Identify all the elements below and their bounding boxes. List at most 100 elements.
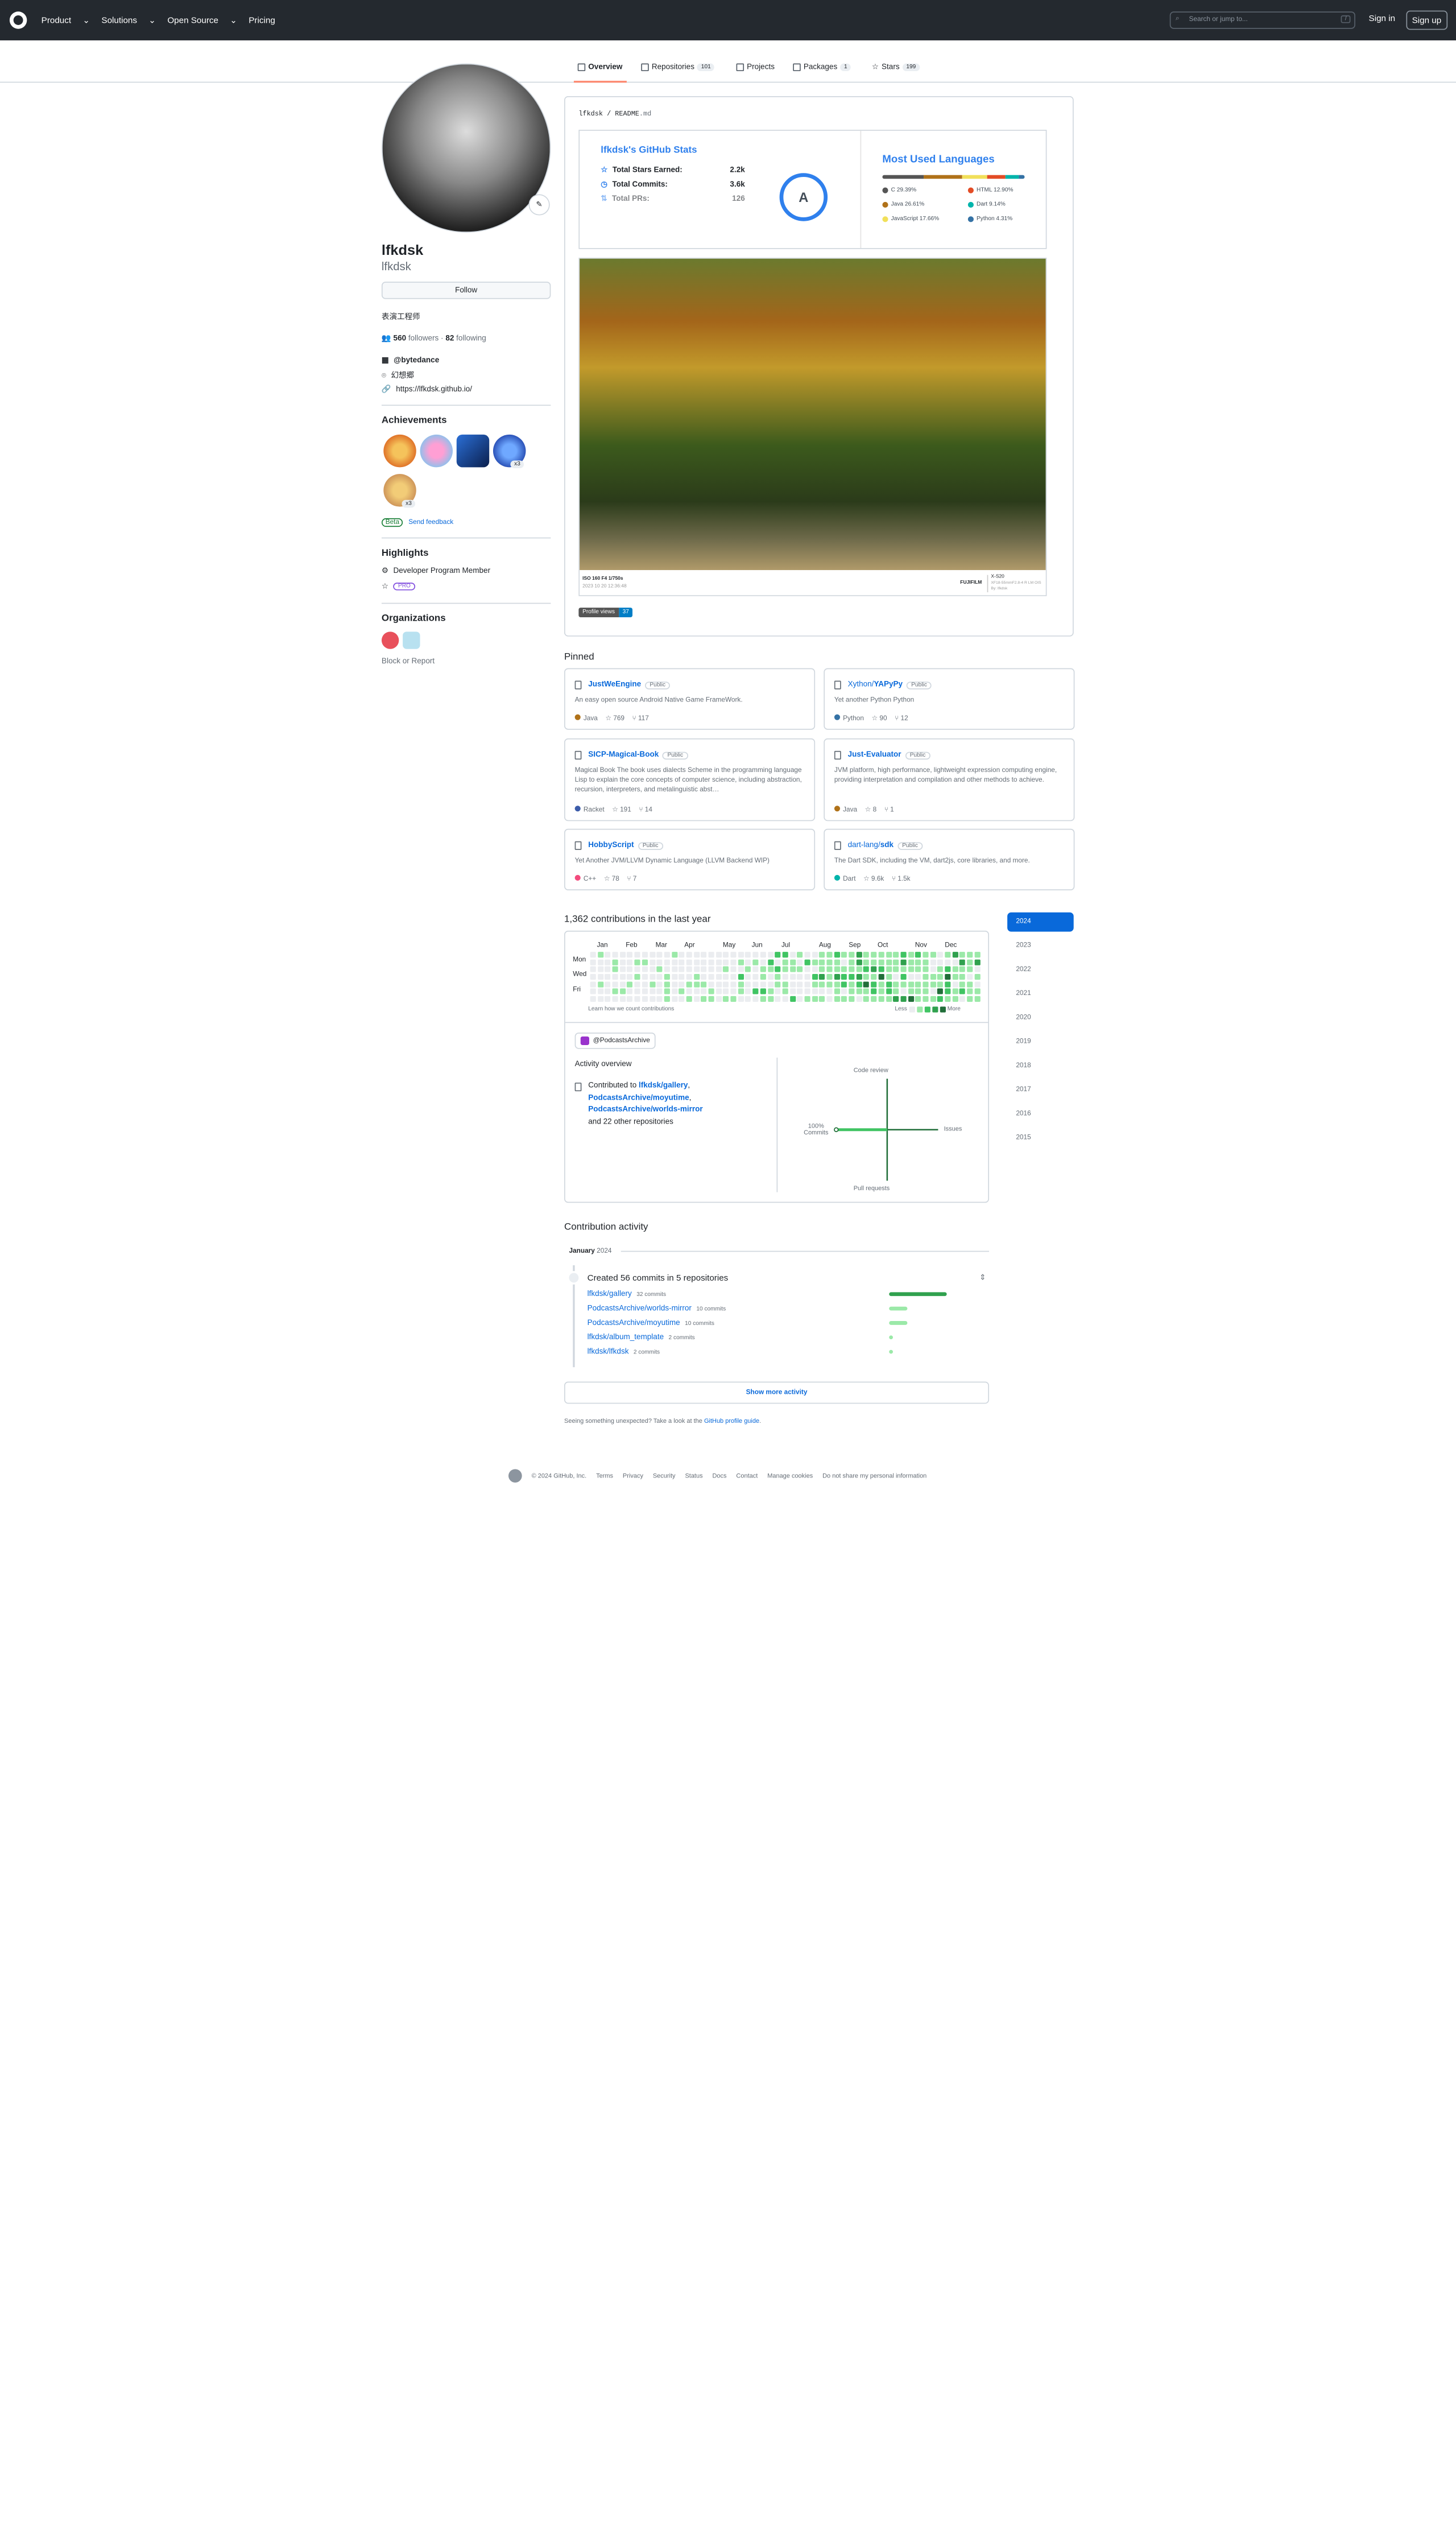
github-logo-icon[interactable]	[9, 11, 27, 29]
contribution-cell[interactable]	[930, 996, 936, 1002]
contribution-cell[interactable]	[915, 996, 921, 1002]
contribution-cell[interactable]	[959, 952, 966, 958]
contribution-cell[interactable]	[656, 996, 663, 1002]
contribution-cell[interactable]	[923, 952, 929, 958]
contribution-cell[interactable]	[841, 981, 847, 988]
contribution-cell[interactable]	[612, 974, 618, 980]
contribution-cell[interactable]	[974, 959, 981, 965]
contribution-cell[interactable]	[642, 967, 648, 973]
contribution-cell[interactable]	[826, 952, 833, 958]
contribution-cell[interactable]	[745, 981, 751, 988]
profile-guide-link[interactable]: GitHub profile guide	[704, 1418, 759, 1425]
contribution-cell[interactable]	[775, 996, 781, 1002]
nav-product[interactable]: Product	[42, 15, 71, 26]
contribution-cell[interactable]	[856, 952, 862, 958]
repo-link[interactable]: PodcastsArchive/moyutime	[588, 1093, 689, 1101]
contribution-cell[interactable]	[627, 974, 633, 980]
contribution-cell[interactable]	[789, 959, 796, 965]
contribution-cell[interactable]	[893, 952, 899, 958]
contribution-cell[interactable]	[723, 996, 729, 1002]
contribution-cell[interactable]	[804, 996, 810, 1002]
repo-link[interactable]: lfkdsk/lfkdsk	[588, 1347, 629, 1356]
contribution-cell[interactable]	[952, 996, 958, 1002]
contribution-cell[interactable]	[597, 952, 603, 958]
year-button[interactable]: 2024	[1007, 912, 1074, 932]
contribution-cell[interactable]	[819, 996, 825, 1002]
contribution-cell[interactable]	[826, 981, 833, 988]
contribution-cell[interactable]	[686, 989, 692, 995]
contribution-cell[interactable]	[952, 974, 958, 980]
contribution-cell[interactable]	[605, 959, 611, 965]
contribution-cell[interactable]	[886, 981, 892, 988]
pinned-repo-card[interactable]: Just-Evaluator Public JVM platform, high p…	[824, 738, 1075, 822]
contribution-cell[interactable]	[812, 952, 818, 958]
contribution-cell[interactable]	[826, 974, 833, 980]
contribution-cell[interactable]	[812, 996, 818, 1002]
contribution-cell[interactable]	[738, 981, 744, 988]
contribution-cell[interactable]	[760, 989, 766, 995]
contribution-cell[interactable]	[723, 952, 729, 958]
contribution-cell[interactable]	[849, 981, 855, 988]
contribution-cell[interactable]	[627, 952, 633, 958]
contribution-cell[interactable]	[959, 981, 966, 988]
contribution-cell[interactable]	[605, 952, 611, 958]
contribution-cell[interactable]	[878, 981, 884, 988]
contribution-cell[interactable]	[752, 981, 759, 988]
contribution-cell[interactable]	[804, 974, 810, 980]
contribution-cell[interactable]	[930, 959, 936, 965]
contribution-cell[interactable]	[612, 981, 618, 988]
contribution-cell[interactable]	[693, 952, 700, 958]
contribution-cell[interactable]	[923, 967, 929, 973]
contribution-cell[interactable]	[715, 974, 722, 980]
contribution-cell[interactable]	[863, 959, 870, 965]
contribution-cell[interactable]	[679, 974, 685, 980]
contribution-cell[interactable]	[642, 989, 648, 995]
contribution-cell[interactable]	[686, 952, 692, 958]
readme-owner[interactable]: lfkdsk	[578, 110, 603, 118]
repo-name-link[interactable]: JustWeEngine Public	[588, 680, 671, 690]
contribution-cell[interactable]	[708, 989, 714, 995]
pinned-repo-card[interactable]: Xython/YAPyPy Public Yet another Python Py…	[824, 668, 1075, 730]
contribution-cell[interactable]	[590, 981, 596, 988]
contribution-cell[interactable]	[775, 989, 781, 995]
contribution-cell[interactable]	[664, 967, 670, 973]
repo-link[interactable]: PodcastsArchive/moyutime	[588, 1318, 680, 1327]
contribution-cell[interactable]	[900, 996, 907, 1002]
contribution-cell[interactable]	[701, 981, 707, 988]
nav-pricing[interactable]: Pricing	[249, 15, 275, 26]
contribution-cell[interactable]	[952, 959, 958, 965]
contribution-cell[interactable]	[900, 952, 907, 958]
contribution-cell[interactable]	[708, 996, 714, 1002]
contribution-cell[interactable]	[856, 981, 862, 988]
contribution-cell[interactable]	[745, 996, 751, 1002]
contribution-cell[interactable]	[952, 989, 958, 995]
contribution-cell[interactable]	[886, 967, 892, 973]
contribution-cell[interactable]	[923, 959, 929, 965]
following-count[interactable]: 82	[445, 333, 454, 342]
nav-open-source[interactable]: Open Source	[167, 15, 218, 26]
repo-forks[interactable]: ⑂ 117	[632, 715, 649, 722]
contribution-cell[interactable]	[715, 996, 722, 1002]
tab-repositories[interactable]: Repositories 101	[641, 63, 715, 71]
contribution-cell[interactable]	[900, 974, 907, 980]
contribution-cell[interactable]	[900, 967, 907, 973]
contribution-cell[interactable]	[937, 981, 944, 988]
contribution-cell[interactable]	[974, 989, 981, 995]
contribution-cell[interactable]	[686, 996, 692, 1002]
contribution-cell[interactable]	[767, 981, 774, 988]
contribution-cell[interactable]	[959, 996, 966, 1002]
contribution-cell[interactable]	[908, 974, 914, 980]
contribution-cell[interactable]	[849, 959, 855, 965]
contribution-cell[interactable]	[945, 974, 951, 980]
contribution-cell[interactable]	[782, 974, 788, 980]
contribution-cell[interactable]	[797, 959, 803, 965]
contribution-cell[interactable]	[937, 967, 944, 973]
contribution-cell[interactable]	[686, 981, 692, 988]
contribution-cell[interactable]	[590, 967, 596, 973]
contribution-cell[interactable]	[745, 959, 751, 965]
contribution-cell[interactable]	[671, 981, 677, 988]
contribution-cell[interactable]	[730, 959, 737, 965]
footer-link[interactable]: Docs	[713, 1472, 727, 1479]
contribution-cell[interactable]	[849, 974, 855, 980]
tab-stars[interactable]: ☆ Stars 199	[872, 63, 920, 71]
